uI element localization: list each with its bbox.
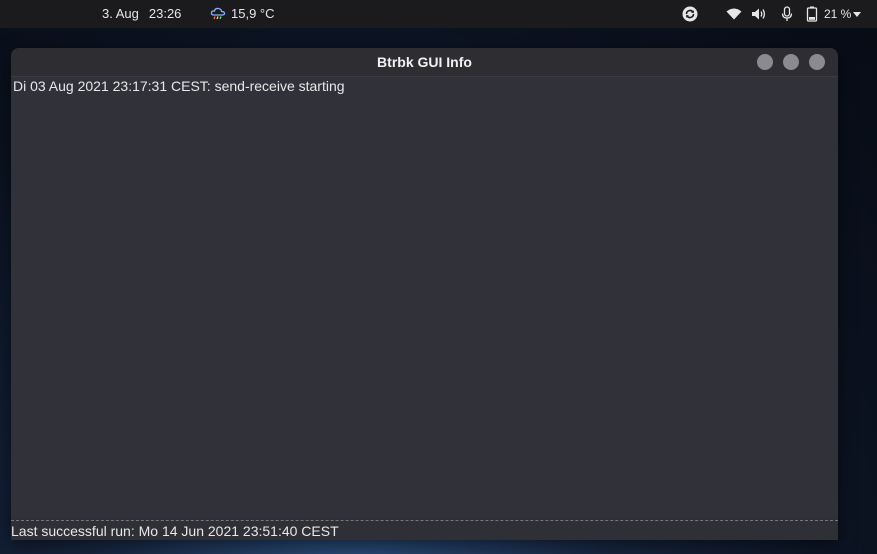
- clock[interactable]: 3. Aug 23:26: [102, 0, 181, 28]
- weather-indicator[interactable]: 15,9 °C: [210, 0, 275, 28]
- sync-icon[interactable]: [682, 6, 698, 22]
- minimize-button[interactable]: [757, 54, 773, 70]
- btrbk-info-window: Btrbk GUI Info Di 03 Aug 2021 23:17:31 C…: [11, 48, 838, 540]
- close-button[interactable]: [809, 54, 825, 70]
- window-titlebar[interactable]: Btrbk GUI Info: [11, 48, 838, 77]
- volume-icon[interactable]: [751, 6, 767, 22]
- log-line: Di 03 Aug 2021 23:17:31 CEST: send-recei…: [13, 78, 345, 94]
- window-title: Btrbk GUI Info: [377, 54, 472, 70]
- time-label: 23:26: [148, 6, 182, 21]
- chevron-down-icon[interactable]: [853, 12, 861, 17]
- battery-icon[interactable]: [804, 6, 820, 22]
- log-output-area[interactable]: Di 03 Aug 2021 23:17:31 CEST: send-recei…: [11, 77, 838, 518]
- battery-percentage[interactable]: 21 %: [824, 0, 851, 28]
- maximize-button[interactable]: [783, 54, 799, 70]
- status-bar: Last successful run: Mo 14 Jun 2021 23:5…: [11, 520, 838, 540]
- microphone-icon[interactable]: [779, 6, 795, 22]
- weather-temperature: 15,9 °C: [231, 6, 275, 21]
- system-top-bar: 3. Aug 23:26 15,9 °C 21 %: [0, 0, 877, 28]
- last-run-status: Last successful run: Mo 14 Jun 2021 23:5…: [11, 523, 339, 539]
- date-label: 3. Aug: [102, 6, 139, 21]
- cloud-rain-icon: [210, 7, 226, 20]
- wifi-icon[interactable]: [726, 6, 742, 22]
